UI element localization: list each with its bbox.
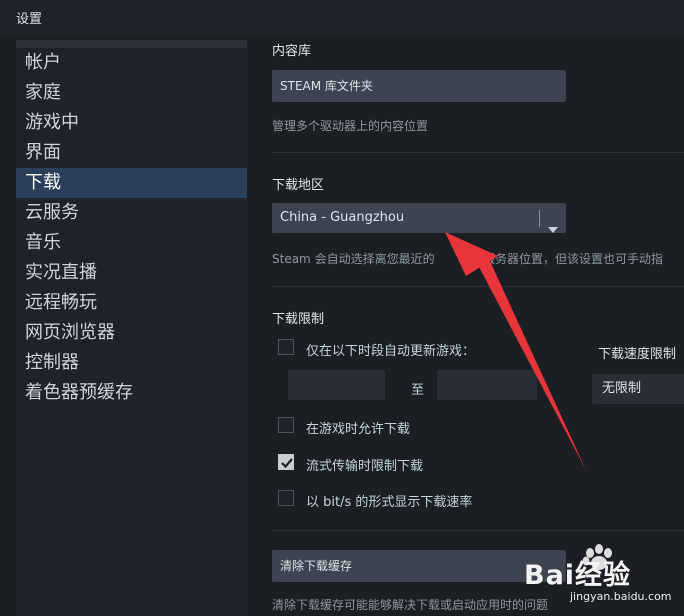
sidebar-item-shader-cache[interactable]: 着色器预缓存 — [16, 378, 247, 408]
download-limits-heading: 下载限制 — [272, 312, 325, 327]
sidebar-item-in-game[interactable]: 游戏中 — [16, 108, 247, 138]
section-divider — [272, 530, 684, 531]
download-region-selected: China - Guangzhou — [280, 210, 405, 225]
steam-library-folders-button[interactable]: STEAM 库文件夹 — [272, 70, 566, 102]
allow-downloads-during-gameplay-checkbox[interactable] — [278, 417, 294, 433]
section-divider — [272, 152, 684, 153]
sidebar-item-downloads[interactable]: 下载 — [16, 168, 247, 198]
speed-limit-select[interactable]: 无限制 — [592, 374, 684, 404]
sidebar-top-strip — [16, 40, 247, 48]
content-library-heading: 内容库 — [272, 44, 312, 59]
download-region-description-right: 载服务器位置，但该设置也可手动指 — [471, 252, 664, 266]
settings-content: 内容库 STEAM 库文件夹 管理多个驱动器上的内容位置 下载地区 China … — [247, 34, 684, 616]
speed-limit-label: 下载速度限制 — [598, 347, 677, 362]
allow-downloads-during-gameplay-label: 在游戏时允许下载 — [306, 422, 411, 437]
watermark-text: Bai经验 — [524, 560, 632, 591]
sidebar-item-account[interactable]: 帐户 — [16, 48, 247, 78]
download-region-dropdown[interactable]: China - Guangzhou — [272, 203, 566, 233]
dropdown-separator — [539, 210, 540, 227]
download-region-description-left: Steam 会自动选择离您最近的 — [272, 252, 435, 266]
section-divider — [272, 286, 684, 287]
sidebar-item-music[interactable]: 音乐 — [16, 228, 247, 258]
download-region-heading: 下载地区 — [272, 178, 325, 193]
sidebar-item-cloud[interactable]: 云服务 — [16, 198, 247, 228]
watermark-url: jingyan.baidu.com — [570, 590, 672, 603]
time-range-to-label: 至 — [411, 383, 425, 398]
sidebar-item-web-browser[interactable]: 网页浏览器 — [16, 318, 247, 348]
sidebar-item-broadcasting[interactable]: 实况直播 — [16, 258, 247, 288]
throttle-while-streaming-label: 流式传输时限制下载 — [306, 459, 424, 474]
content-library-description: 管理多个驱动器上的内容位置 — [272, 119, 429, 133]
start-time-field[interactable] — [288, 370, 385, 400]
auto-update-window-checkbox[interactable] — [278, 339, 294, 355]
display-bits-per-second-checkbox[interactable] — [278, 490, 294, 506]
end-time-field[interactable] — [437, 370, 537, 400]
sidebar-item-controller[interactable]: 控制器 — [16, 348, 247, 378]
auto-update-window-label: 仅在以下时段自动更新游戏： — [306, 344, 476, 359]
throttle-while-streaming-checkbox[interactable] — [278, 454, 294, 470]
clear-cache-description: 清除下载缓存可能能够解决下载或启动应用时的问题 — [272, 598, 549, 612]
chevron-down-icon — [548, 215, 558, 245]
checkmark-icon — [281, 458, 293, 469]
window-title: 设置 — [16, 12, 43, 27]
display-bits-per-second-label: 以 bit/s 的形式显示下载速率 — [306, 495, 473, 510]
sidebar-item-family[interactable]: 家庭 — [16, 78, 247, 108]
sidebar-item-interface[interactable]: 界面 — [16, 138, 247, 168]
settings-sidebar: 帐户 家庭 游戏中 界面 下载 云服务 音乐 实况直播 远程畅玩 网页浏览器 控… — [16, 40, 247, 616]
title-bar: 设置 — [0, 0, 684, 34]
sidebar-item-remote-play[interactable]: 远程畅玩 — [16, 288, 247, 318]
